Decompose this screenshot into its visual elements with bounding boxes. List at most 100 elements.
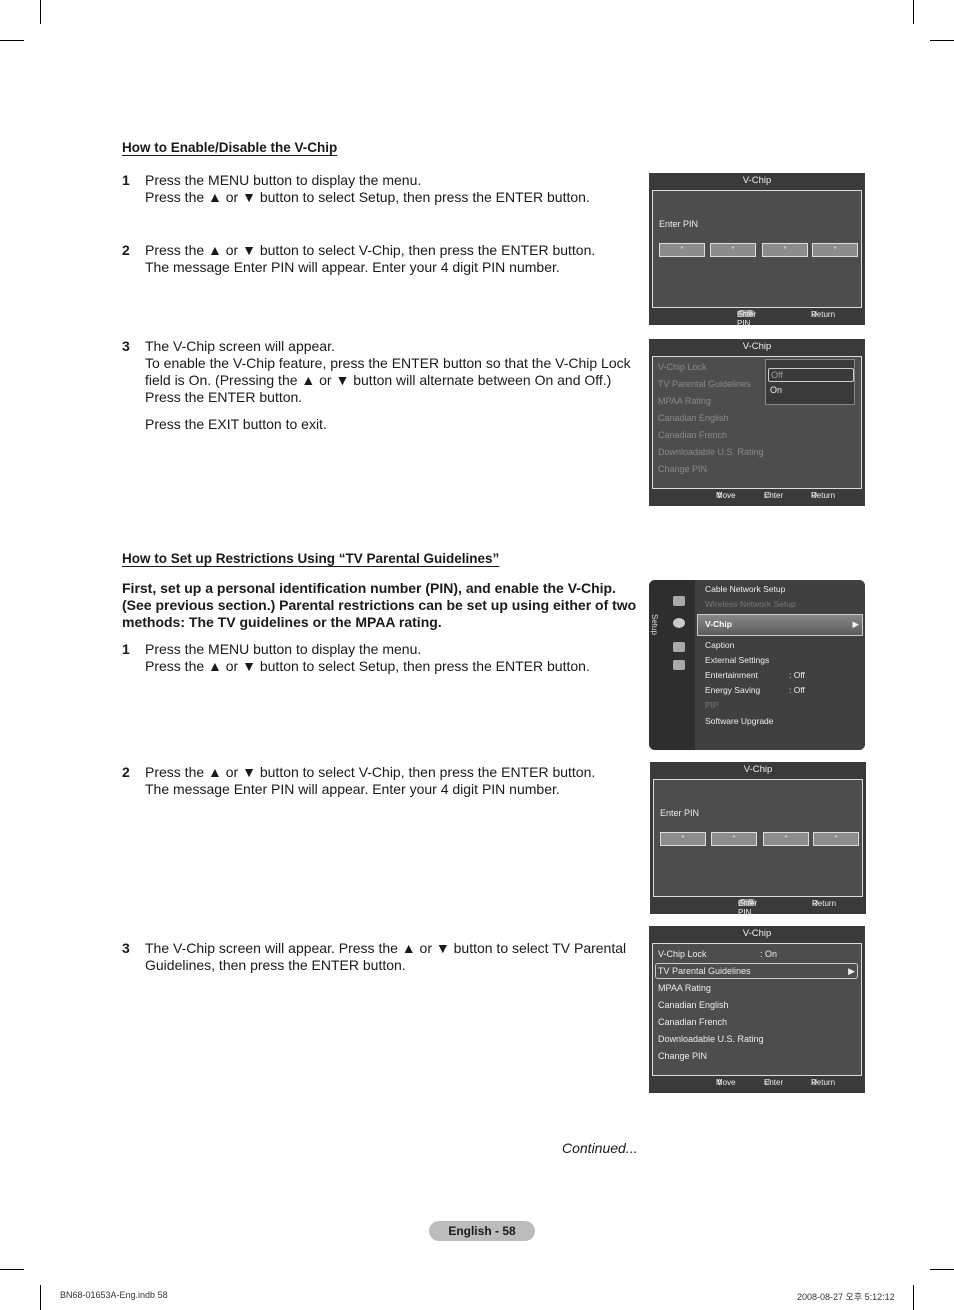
menu-item-canadian-french[interactable]: Canadian French — [658, 430, 727, 440]
step: 1 Press the MENU button to display the m… — [122, 172, 642, 206]
step: 1 Press the MENU button to display the m… — [122, 641, 642, 675]
picture-icon[interactable] — [673, 596, 685, 606]
return-hint: Return — [811, 491, 836, 500]
menu-item-change-pin[interactable]: Change PIN — [658, 1051, 707, 1061]
pin-digit-field[interactable]: * — [763, 832, 809, 846]
step-text: The message Enter PIN will appear. Enter… — [145, 781, 560, 797]
pin-screen: V-Chip Enter PIN * * * * 0~9 Enter PIN ↺… — [650, 762, 866, 917]
menu-item-entertainment[interactable]: Entertainment — [705, 670, 758, 680]
menu-item-vchip-lock[interactable]: V-Chip Lock — [658, 362, 707, 372]
step-text: To enable the V-Chip feature, press the … — [145, 355, 631, 388]
enter-pin-label: Enter PIN — [660, 808, 700, 818]
pin-digit-field[interactable]: * — [812, 243, 858, 257]
step-number: 2 — [122, 764, 130, 780]
setup-menu-screen: Setup Cable Network Setup Wireless Netwo… — [649, 580, 865, 750]
vchip-lock-screen: V-Chip V-Chip Lock TV Parental Guideline… — [649, 339, 865, 506]
step-text: The message Enter PIN will appear. Enter… — [145, 259, 560, 275]
return-hint: Return — [812, 899, 837, 908]
step: 3 The V-Chip screen will appear. Press t… — [122, 940, 642, 974]
menu-item-vchip-lock[interactable]: V-Chip Lock — [658, 949, 707, 959]
step-text: Press the MENU button to display the men… — [145, 641, 422, 657]
continued-text: Continued... — [562, 1140, 638, 1156]
pin-digit-field[interactable]: * — [710, 243, 756, 257]
menu-item-energy-saving[interactable]: Energy Saving — [705, 685, 760, 695]
menu-item-caption[interactable]: Caption — [705, 640, 734, 650]
step-text: The V-Chip screen will appear. Press the… — [145, 940, 627, 973]
crop-mark — [930, 1269, 954, 1270]
application-icon[interactable] — [673, 660, 685, 670]
screen-title: V-Chip — [743, 764, 773, 775]
menu-item-canadian-english[interactable]: Canadian English — [658, 1000, 729, 1010]
option-on[interactable]: On — [770, 385, 782, 395]
arrow-right-icon: ▶ — [848, 966, 855, 976]
menu-item-canadian-english[interactable]: Canadian English — [658, 413, 729, 423]
setup-sidebar: Setup — [649, 580, 695, 750]
menu-item-vchip[interactable]: V-Chip — [705, 619, 732, 629]
step-number: 3 — [122, 338, 130, 354]
step: 2 Press the ▲ or ▼ button to select V-Ch… — [122, 242, 642, 276]
pin-digit-field[interactable]: * — [660, 832, 706, 846]
menu-item-cable-network-setup[interactable]: Cable Network Setup — [705, 584, 785, 594]
step-text: Press the ▲ or ▼ button to select Setup,… — [145, 189, 590, 205]
entertainment-value: : Off — [789, 670, 805, 680]
enter-pin-hint: Enter PIN — [738, 899, 758, 917]
arrow-right-icon: ▶ — [852, 619, 859, 629]
section-heading: How to Enable/Disable the V-Chip — [122, 140, 338, 155]
pin-digit-field[interactable]: * — [711, 832, 757, 846]
crop-mark — [0, 40, 24, 41]
energy-saving-value: : Off — [789, 685, 805, 695]
menu-item-downloadable-us-rating[interactable]: Downloadable U.S. Rating — [658, 447, 764, 457]
return-hint: Return — [811, 310, 836, 319]
step: 2 Press the ▲ or ▼ button to select V-Ch… — [122, 764, 642, 798]
return-hint: Return — [811, 1078, 836, 1087]
menu-item-external-settings[interactable]: External Settings — [705, 655, 769, 665]
page-number-badge: English - 58 — [429, 1221, 535, 1241]
move-hint: Move — [716, 491, 736, 500]
footer-timestamp: 2008-08-27 오후 5:12:12 — [797, 1292, 895, 1302]
vchip-lock-value: : On — [760, 949, 778, 959]
menu-item-canadian-french[interactable]: Canadian French — [658, 1017, 727, 1027]
footer-file-label: BN68-01653A-Eng.indb 58 — [60, 1290, 168, 1300]
step-text: Press the ▲ or ▼ button to select Setup,… — [145, 658, 590, 674]
step-text: Press the ENTER button. — [145, 389, 303, 405]
lock-options-popup: Off On — [765, 359, 855, 405]
crop-mark — [40, 0, 41, 24]
menu-item-tv-parental-guidelines[interactable]: TV Parental Guidelines — [658, 966, 751, 976]
enter-pin-label: Enter PIN — [659, 219, 699, 229]
enter-hint: Enter — [764, 1078, 784, 1087]
option-off[interactable]: Off — [768, 368, 854, 382]
pin-digit-field[interactable]: * — [659, 243, 705, 257]
crop-mark — [913, 1285, 914, 1310]
enter-hint: Enter — [764, 491, 784, 500]
pin-digit-field[interactable]: * — [762, 243, 808, 257]
crop-mark — [40, 1285, 41, 1310]
pin-screen: V-Chip Enter PIN * * * * 0~9 Enter PIN ↺… — [649, 173, 865, 328]
screen-title: V-Chip — [742, 175, 772, 186]
pin-digit-field[interactable]: * — [813, 832, 859, 846]
menu-item-downloadable-us-rating[interactable]: Downloadable U.S. Rating — [658, 1034, 764, 1044]
menu-item-software-upgrade[interactable]: Software Upgrade — [705, 716, 774, 726]
step-text: Press the MENU button to display the men… — [145, 172, 422, 188]
menu-item-wireless-network-setup[interactable]: Wireless Network Setup — [705, 599, 796, 609]
section-heading: How to Set up Restrictions Using “TV Par… — [122, 551, 500, 566]
step-text: Press the ▲ or ▼ button to select V-Chip… — [145, 764, 596, 780]
menu-item-mpaa-rating[interactable]: MPAA Rating — [658, 983, 711, 993]
screen-title: V-Chip — [742, 341, 772, 352]
gear-icon[interactable] — [673, 618, 685, 628]
crop-mark — [913, 0, 914, 24]
move-hint: Move — [716, 1078, 736, 1087]
enter-pin-hint: Enter PIN — [737, 310, 757, 328]
intro-text: First, set up a personal identification … — [122, 580, 637, 630]
crop-mark — [930, 40, 954, 41]
menu-item-pip[interactable]: PIP — [705, 700, 719, 710]
step-text: Press the EXIT button to exit. — [145, 416, 327, 432]
step: 3 The V-Chip screen will appear. To enabl… — [122, 338, 642, 433]
menu-item-tv-parental-guidelines[interactable]: TV Parental Guidelines — [658, 379, 751, 389]
step-number: 1 — [122, 172, 130, 188]
input-icon[interactable] — [673, 642, 685, 652]
menu-item-change-pin[interactable]: Change PIN — [658, 464, 707, 474]
step-text: Press the ▲ or ▼ button to select V-Chip… — [145, 242, 596, 258]
menu-item-mpaa-rating[interactable]: MPAA Rating — [658, 396, 711, 406]
setup-side-label: Setup — [650, 614, 659, 635]
step-number: 1 — [122, 641, 130, 657]
